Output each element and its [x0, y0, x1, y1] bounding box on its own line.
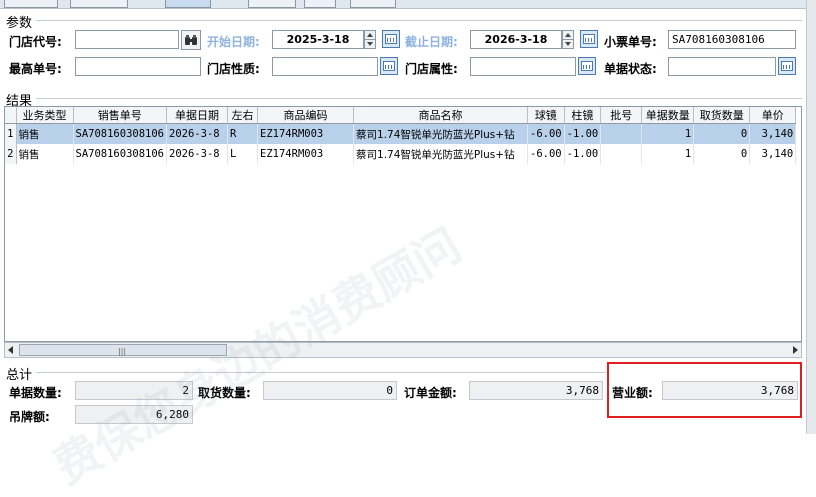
revenue-highlight-box: [607, 362, 802, 418]
horizontal-scrollbar[interactable]: |||: [4, 342, 802, 358]
start-date-label: 开始日期:: [207, 35, 260, 49]
tag-price-value: 6,280: [75, 405, 193, 424]
toolbar-button-3[interactable]: [165, 0, 211, 8]
cell-name: 蔡司1.74智锐单光防蓝光Plus+钻: [353, 144, 529, 164]
cell-sph: -6.00: [527, 144, 565, 164]
order-amount-label: 订单金额:: [404, 386, 457, 400]
scroll-right-icon[interactable]: [793, 346, 798, 354]
max-no-input[interactable]: [75, 57, 201, 76]
params-section-title: 参数: [6, 16, 33, 31]
start-date-input[interactable]: 2025-3-18: [272, 30, 364, 49]
store-attr-label: 门店属性:: [405, 62, 458, 76]
max-no-label: 最高单号:: [9, 62, 62, 76]
cell-date: 2026-3-8: [166, 123, 229, 144]
row-index: 1: [5, 123, 17, 144]
cell-code: EZ174RM003: [257, 144, 355, 164]
col-header[interactable]: 单价: [749, 107, 797, 124]
end-date-spinner[interactable]: [562, 30, 574, 49]
results-table[interactable]: 业务类型 销售单号 单据日期 左右 商品编码 商品名称 球镜 柱镜 批号 单据数…: [4, 106, 802, 342]
toolbar-button-2[interactable]: [70, 0, 128, 8]
col-header[interactable]: 球镜: [527, 107, 565, 124]
params-divider: [36, 20, 802, 21]
scroll-left-icon[interactable]: [8, 346, 13, 354]
col-header[interactable]: 商品编码: [257, 107, 355, 124]
totals-section-title: 总计: [6, 368, 33, 383]
col-header[interactable]: 批号: [600, 107, 643, 124]
pick-qty-label: 取货数量:: [198, 386, 251, 400]
doc-status-label: 单据状态:: [604, 62, 657, 76]
binoculars-icon: [185, 35, 197, 45]
cell-order: SA708160308106: [73, 144, 168, 164]
cell-price: 3,140: [749, 144, 797, 164]
cell-pick: 0: [693, 123, 751, 144]
doc-qty-label: 单据数量:: [9, 386, 62, 400]
end-date-calendar-icon[interactable]: [580, 30, 598, 48]
start-date-spinner[interactable]: [364, 30, 376, 49]
store-lookup-button[interactable]: [181, 30, 201, 50]
store-code-input[interactable]: [75, 30, 179, 49]
toolbar-button-4[interactable]: [248, 0, 296, 8]
vertical-scrollbar[interactable]: [806, 0, 816, 434]
ticket-no-input[interactable]: SA708160308106: [668, 30, 796, 49]
grip-icon: |||: [118, 347, 127, 356]
pick-qty-value: 0: [263, 381, 397, 400]
cell-cyl: -1.00: [564, 123, 602, 144]
cell-price: 3,140: [749, 123, 797, 144]
store-nature-input[interactable]: [272, 57, 378, 76]
col-header[interactable]: 业务类型: [16, 107, 74, 124]
col-header[interactable]: 销售单号: [73, 107, 168, 124]
end-date-input[interactable]: 2026-3-18: [470, 30, 562, 49]
store-attr-picker-icon[interactable]: [578, 57, 596, 75]
cell-sph: -6.00: [527, 123, 565, 144]
doc-status-input[interactable]: [668, 57, 776, 76]
doc-status-picker-icon[interactable]: [778, 57, 796, 75]
cell-batch: [600, 144, 643, 164]
store-nature-label: 门店性质:: [207, 62, 260, 76]
order-amount-value: 3,768: [469, 381, 603, 400]
cell-name: 蔡司1.74智锐单光防蓝光Plus+钻: [353, 123, 529, 144]
store-attr-input[interactable]: [470, 57, 576, 76]
doc-qty-value: 2: [75, 381, 193, 400]
row-header-corner: [5, 107, 17, 124]
table-row[interactable]: 2 销售 SA708160308106 2026-3-8 L EZ174RM00…: [5, 144, 797, 164]
totals-divider: [36, 372, 606, 373]
results-divider: [36, 98, 802, 99]
tag-price-label: 吊牌额:: [9, 410, 50, 424]
col-header[interactable]: 单据数量: [641, 107, 695, 124]
toolbar: [0, 0, 816, 9]
cell-qty: 1: [641, 144, 695, 164]
cell-lr: L: [227, 144, 259, 164]
cell-date: 2026-3-8: [166, 144, 229, 164]
col-header[interactable]: 单据日期: [166, 107, 229, 124]
results-grid: 业务类型 销售单号 单据日期 左右 商品编码 商品名称 球镜 柱镜 批号 单据数…: [5, 107, 797, 164]
cell-type: 销售: [16, 123, 74, 144]
cell-qty: 1: [641, 123, 695, 144]
end-date-label: 截止日期:: [405, 35, 458, 49]
cell-batch: [600, 123, 643, 144]
row-index: 2: [5, 144, 17, 164]
cell-cyl: -1.00: [564, 144, 602, 164]
cell-pick: 0: [693, 144, 751, 164]
start-date-calendar-icon[interactable]: [382, 30, 400, 48]
cell-code: EZ174RM003: [257, 123, 355, 144]
toolbar-button-1[interactable]: [4, 0, 58, 8]
cell-lr: R: [227, 123, 259, 144]
col-header[interactable]: 商品名称: [353, 107, 529, 124]
store-nature-picker-icon[interactable]: [380, 57, 398, 75]
col-header[interactable]: 左右: [227, 107, 259, 124]
store-code-label: 门店代号:: [9, 35, 62, 49]
toolbar-button-6[interactable]: [350, 0, 396, 8]
ticket-no-label: 小票单号:: [604, 35, 657, 49]
scrollbar-thumb[interactable]: |||: [19, 344, 227, 356]
col-header[interactable]: 柱镜: [564, 107, 602, 124]
col-header[interactable]: 取货数量: [693, 107, 751, 124]
cell-order: SA708160308106: [73, 123, 168, 144]
toolbar-button-5[interactable]: [304, 0, 336, 8]
table-row[interactable]: 1 销售 SA708160308106 2026-3-8 R EZ174RM00…: [5, 123, 797, 144]
cell-type: 销售: [16, 144, 74, 164]
